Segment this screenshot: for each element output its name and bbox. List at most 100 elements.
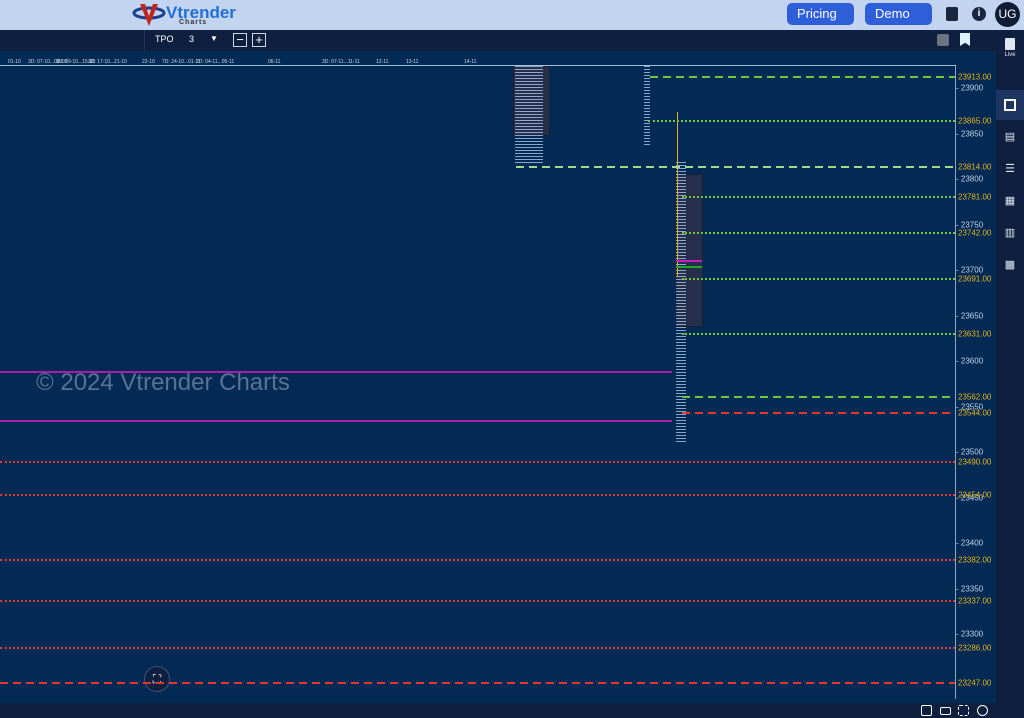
level-price-label: 23490.00 xyxy=(958,457,992,467)
date-label: 3D: 07-11...11-11 xyxy=(322,59,360,65)
toolbar: TPO 3 ▼ − + xyxy=(0,30,996,51)
level-price-label: 23781.00 xyxy=(958,192,992,202)
bookmark-add-icon[interactable] xyxy=(960,33,970,46)
document-icon xyxy=(1005,38,1015,50)
single-print-line[interactable] xyxy=(0,371,672,373)
level-price-label: 23454.00 xyxy=(958,490,992,500)
zoom-in-button[interactable]: + xyxy=(252,33,266,47)
profile-poc-line xyxy=(676,260,702,262)
level-price-label: 23913.00 xyxy=(958,72,992,82)
level-price-label: 23247.00 xyxy=(958,678,992,688)
level-line[interactable] xyxy=(682,231,955,234)
price-tick-label: - 23650 xyxy=(956,311,984,320)
single-print-line[interactable] xyxy=(0,420,672,423)
level-line[interactable] xyxy=(0,461,955,464)
date-label: 13-11 xyxy=(406,59,419,65)
date-label: 14-11 xyxy=(464,59,477,65)
level-price-label: 23544.00 xyxy=(958,408,992,418)
level-line[interactable] xyxy=(0,646,955,649)
tpo-chart[interactable]: 01-10 3D: 07-10...08-10 3D: 09-10...15-10 3… xyxy=(0,52,996,703)
logo[interactable]: Vtrender Charts xyxy=(132,2,236,28)
level-price-label: 23814.00 xyxy=(958,162,992,172)
level-line[interactable] xyxy=(682,332,955,335)
layout-single-button[interactable] xyxy=(996,90,1024,120)
level-line[interactable] xyxy=(682,395,955,398)
demo-label: Demo xyxy=(875,6,910,21)
close-circle-icon[interactable] xyxy=(977,705,988,716)
price-axis-line xyxy=(955,66,956,699)
level-price-label: 23865.00 xyxy=(958,116,992,126)
level-price-label: 23691.00 xyxy=(958,274,992,284)
date-label: 7D: 24-10...01-11 xyxy=(162,59,201,65)
chart-type-label: TPO xyxy=(155,34,174,44)
level-price-label: 23742.00 xyxy=(958,228,992,238)
level-line[interactable] xyxy=(516,166,955,169)
tpo-profile-letters xyxy=(515,66,543,164)
level-line[interactable] xyxy=(682,411,955,414)
live-label: Live xyxy=(1004,52,1016,58)
tpo-size-value[interactable]: 3 xyxy=(189,34,194,44)
date-axis: 01-10 3D: 07-10...08-10 3D: 09-10...15-10 3… xyxy=(0,52,956,66)
fullscreen-focus-button[interactable]: ⛶ xyxy=(144,666,170,692)
focus-icon[interactable] xyxy=(958,705,969,716)
level-line[interactable] xyxy=(0,559,955,562)
level-price-label: 23562.00 xyxy=(958,392,992,402)
layout-rows-button[interactable]: ☰ xyxy=(996,154,1024,184)
square-icon xyxy=(1004,99,1016,111)
price-tick-label: - 23300 xyxy=(956,629,984,639)
level-line[interactable] xyxy=(682,196,955,199)
avatar[interactable]: UG xyxy=(995,2,1020,27)
date-label: 2D: 04-11...05-11 xyxy=(196,59,235,65)
table-icon[interactable] xyxy=(921,705,932,716)
logo-subtext: Charts xyxy=(179,19,208,26)
developing-poc-line xyxy=(677,112,678,277)
grid-icon: ▦ xyxy=(1004,195,1016,207)
level-price-label: 23631.00 xyxy=(958,329,992,339)
bottom-bar xyxy=(0,703,996,718)
columns-icon: ▥ xyxy=(1004,227,1016,239)
price-tick-label: - 23700 xyxy=(956,265,984,275)
date-label: 01-10 xyxy=(8,59,21,65)
level-line[interactable] xyxy=(0,682,955,685)
layout-grid-button[interactable]: ▦ xyxy=(996,186,1024,216)
profile-vwap-line xyxy=(676,266,702,268)
date-label: 22-10 xyxy=(142,59,155,65)
toolbar-divider xyxy=(144,30,145,51)
level-price-label: 23286.00 xyxy=(958,643,992,653)
date-label: 3D: 17-10...21-10 xyxy=(88,59,127,65)
price-tick-label: - 23500 xyxy=(956,447,984,457)
grid9-icon: ▩ xyxy=(1004,259,1016,271)
layout-columns-button[interactable]: ▥ xyxy=(996,218,1024,248)
rows-icon: ☰ xyxy=(1005,163,1015,175)
chevron-down-icon[interactable]: ▼ xyxy=(210,34,218,43)
level-line[interactable] xyxy=(650,76,955,79)
price-tick-label: - 23400 xyxy=(956,538,984,548)
zoom-out-button[interactable]: − xyxy=(233,33,247,47)
level-line[interactable] xyxy=(0,600,955,603)
pricing-button[interactable]: Pricing ₹ xyxy=(787,3,854,43)
info-icon[interactable]: i xyxy=(972,7,986,21)
date-label: 06-11 xyxy=(268,59,281,65)
keyboard-icon[interactable] xyxy=(940,707,951,715)
price-tick-label: - 23600 xyxy=(956,356,984,366)
live-button[interactable]: Live xyxy=(996,38,1024,68)
document-menu-icon[interactable] xyxy=(946,7,958,21)
header: Vtrender Charts Pricing ₹ Demo i UG xyxy=(0,0,1024,43)
level-line[interactable] xyxy=(0,493,955,496)
level-line[interactable] xyxy=(648,119,955,122)
layout-split-button[interactable]: ▤ xyxy=(996,122,1024,152)
level-line[interactable] xyxy=(682,278,955,281)
level-price-label: 23382.00 xyxy=(958,555,992,565)
price-tick-label: - 23850 xyxy=(956,129,984,138)
layout-grid9-button[interactable]: ▩ xyxy=(996,250,1024,280)
price-tick-label: - 23350 xyxy=(956,584,984,593)
logo-v-icon xyxy=(132,4,166,26)
save-icon[interactable] xyxy=(937,34,949,46)
watermark: © 2024 Vtrender Charts xyxy=(36,369,290,396)
demo-button[interactable]: Demo xyxy=(865,3,932,42)
split-layout-icon: ▤ xyxy=(1004,131,1016,143)
level-price-label: 23337.00 xyxy=(958,596,992,606)
date-label: 12-11 xyxy=(376,59,389,65)
price-tick-label: - 23900 xyxy=(956,83,984,93)
right-sidebar: Live ▤ ☰ ▦ ▥ ▩ xyxy=(996,30,1024,718)
